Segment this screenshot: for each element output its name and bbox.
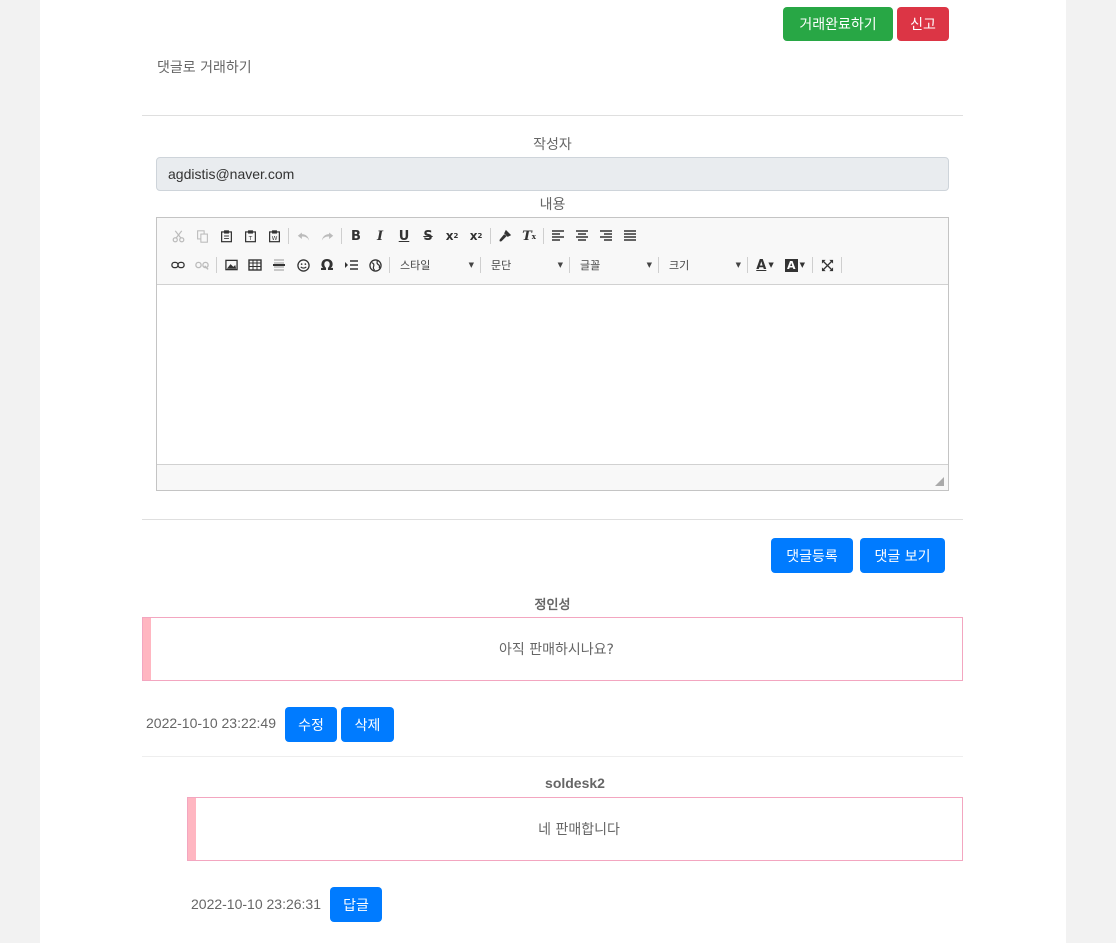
cut-icon[interactable] <box>166 224 190 248</box>
size-combo[interactable]: 크기 ▼ <box>661 255 745 275</box>
divider <box>142 756 963 757</box>
complete-trade-button[interactable]: 거래완료하기 <box>783 7 893 41</box>
superscript-icon[interactable]: x2 <box>464 224 488 248</box>
comment-text: 아직 판매하시나요? <box>499 642 614 658</box>
toolbar-separator <box>812 257 813 273</box>
toolbar-separator <box>341 228 342 244</box>
chevron-down-icon: ▼ <box>557 261 563 269</box>
align-center-icon[interactable] <box>570 224 594 248</box>
reply-box: 네 판매합니다 <box>187 797 963 861</box>
comment-author: 정인성 <box>534 598 571 613</box>
style-combo-label: 스타일 <box>400 259 431 272</box>
link-icon[interactable] <box>166 253 190 277</box>
bold-icon[interactable]: B <box>344 224 368 248</box>
align-justify-icon[interactable] <box>618 224 642 248</box>
svg-text:T: T <box>247 236 252 242</box>
style-combo[interactable]: 스타일 ▼ <box>392 255 478 275</box>
copy-icon[interactable] <box>190 224 214 248</box>
toolbar-separator <box>841 257 842 273</box>
author-field[interactable]: agdistis@naver.com <box>156 157 949 191</box>
toolbar-separator <box>389 257 390 273</box>
report-button[interactable]: 신고 <box>897 7 949 41</box>
editor-toolbar: T W B I U S x2 x2 T x Ω 스타일 ▼ 문단 ▼ 글꼴 ▼ … <box>157 218 948 285</box>
register-comment-button[interactable]: 댓글등록 <box>771 538 853 573</box>
toolbar-separator <box>216 257 217 273</box>
size-combo-label: 크기 <box>669 259 690 272</box>
format-combo[interactable]: 문단 ▼ <box>483 255 567 275</box>
chevron-down-icon: ▼ <box>468 261 474 269</box>
maximize-icon[interactable] <box>815 253 839 277</box>
page-break-icon[interactable] <box>339 253 363 277</box>
copy-format-icon[interactable] <box>493 224 517 248</box>
align-left-icon[interactable] <box>546 224 570 248</box>
toolbar-separator <box>543 228 544 244</box>
special-char-icon[interactable]: Ω <box>315 253 339 277</box>
paste-icon[interactable] <box>214 224 238 248</box>
content-label: 내용 <box>539 197 566 213</box>
comment-timestamp: 2022-10-10 23:22:49 <box>146 715 276 731</box>
comment-box: 아직 판매하시나요? <box>142 617 963 681</box>
redo-icon[interactable] <box>315 224 339 248</box>
reply-button[interactable]: 답글 <box>330 887 382 922</box>
author-label: 작성자 <box>533 137 572 153</box>
reply-author: soldesk2 <box>545 775 605 791</box>
chevron-down-icon: ▼ <box>735 261 741 269</box>
comment-accent-bar <box>143 618 151 680</box>
resize-handle-icon[interactable] <box>935 477 944 486</box>
toolbar-separator <box>569 257 570 273</box>
chevron-down-icon: ▼ <box>646 261 652 269</box>
iframe-globe-icon[interactable] <box>363 253 387 277</box>
italic-icon[interactable]: I <box>368 224 392 248</box>
comment-accent-bar <box>188 798 196 860</box>
page-subtitle: 댓글로 거래하기 <box>157 60 252 76</box>
image-icon[interactable] <box>219 253 243 277</box>
reply-timestamp: 2022-10-10 23:26:31 <box>191 896 321 912</box>
divider <box>142 519 963 520</box>
toolbar-separator <box>480 257 481 273</box>
unlink-icon[interactable] <box>190 253 214 277</box>
toolbar-separator <box>288 228 289 244</box>
toolbar-row-2: Ω 스타일 ▼ 문단 ▼ 글꼴 ▼ 크기 ▼ A ▼ A ▼ <box>166 253 844 277</box>
font-combo[interactable]: 글꼴 ▼ <box>572 255 656 275</box>
reply-text: 네 판매합니다 <box>538 822 620 838</box>
horizontal-line-icon[interactable] <box>267 253 291 277</box>
paste-text-icon[interactable]: T <box>238 224 262 248</box>
align-right-icon[interactable] <box>594 224 618 248</box>
toolbar-separator <box>490 228 491 244</box>
toolbar-separator <box>747 257 748 273</box>
font-combo-label: 글꼴 <box>580 259 601 272</box>
paste-word-icon[interactable]: W <box>262 224 286 248</box>
page-container: 거래완료하기 신고 댓글로 거래하기 작성자 agdistis@naver.co… <box>40 0 1066 943</box>
svg-text:W: W <box>271 236 277 242</box>
underline-icon[interactable]: U <box>392 224 416 248</box>
table-icon[interactable] <box>243 253 267 277</box>
subscript-icon[interactable]: x2 <box>440 224 464 248</box>
text-color-icon[interactable]: A ▼ <box>750 253 780 277</box>
rich-text-editor: T W B I U S x2 x2 T x Ω 스타일 ▼ 문단 ▼ 글꼴 ▼ … <box>156 217 949 491</box>
divider <box>142 115 963 116</box>
toolbar-row-1: T W B I U S x2 x2 T x <box>166 224 642 248</box>
background-color-icon[interactable]: A ▼ <box>780 253 810 277</box>
delete-comment-button[interactable]: 삭제 <box>341 707 394 742</box>
undo-icon[interactable] <box>291 224 315 248</box>
editor-content-area[interactable] <box>157 285 948 465</box>
editor-status-bar <box>157 464 948 490</box>
smiley-icon[interactable] <box>291 253 315 277</box>
view-comments-button[interactable]: 댓글 보기 <box>860 538 945 573</box>
format-combo-label: 문단 <box>491 259 512 272</box>
remove-format-icon[interactable]: Tx <box>517 224 541 248</box>
edit-comment-button[interactable]: 수정 <box>285 707 337 742</box>
strikethrough-icon[interactable]: S <box>416 224 440 248</box>
toolbar-separator <box>658 257 659 273</box>
